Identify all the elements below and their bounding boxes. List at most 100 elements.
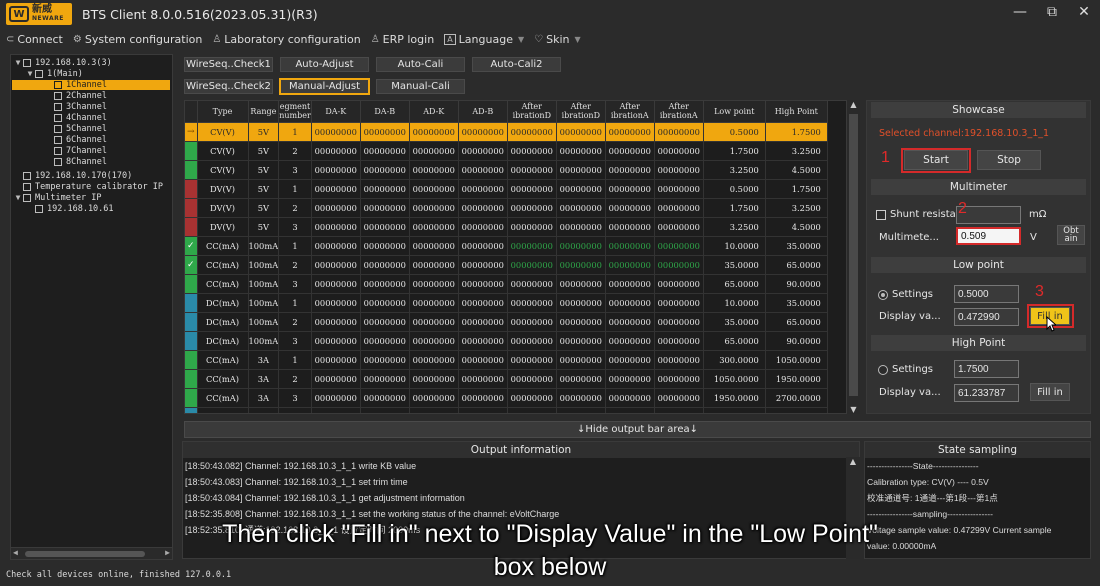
high-settings-input[interactable]: 1.7500: [954, 360, 1019, 378]
table-cell[interactable]: 1: [278, 122, 312, 142]
table-cell[interactable]: 00000000: [360, 255, 410, 275]
table-cell[interactable]: 00000000: [409, 369, 459, 389]
table-cell[interactable]: 00000000: [654, 407, 704, 413]
table-cell[interactable]: 00000000: [458, 350, 508, 370]
table-cell[interactable]: 00000000: [458, 388, 508, 408]
tree-checkbox[interactable]: [23, 194, 31, 202]
table-cell[interactable]: 1: [278, 179, 312, 199]
table-row[interactable]: CV(V) 5V 2 00000000 00000000 00000000 00000000…: [185, 141, 828, 161]
tree-checkbox[interactable]: [35, 70, 43, 78]
table-cell[interactable]: 5V: [248, 198, 280, 218]
multimeter-value-input[interactable]: 0.509: [956, 227, 1021, 245]
table-cell[interactable]: 00000000: [311, 331, 361, 351]
table-cell[interactable]: 00000000: [507, 274, 557, 294]
table-cell[interactable]: 00000000: [605, 236, 655, 256]
tree-checkbox[interactable]: [23, 183, 31, 191]
table-cell[interactable]: 1.7500: [765, 179, 828, 199]
table-cell[interactable]: 00000000: [458, 236, 508, 256]
table-cell[interactable]: 00000000: [507, 141, 557, 161]
table-cell[interactable]: 00000000: [605, 122, 655, 142]
table-cell[interactable]: 5V: [248, 141, 280, 161]
table-cell[interactable]: 3: [278, 160, 312, 180]
table-cell[interactable]: 00000000: [654, 217, 704, 237]
low-settings-input[interactable]: 0.5000: [954, 285, 1019, 303]
table-cell[interactable]: 65.0000: [703, 274, 766, 294]
table-cell[interactable]: 00000000: [458, 179, 508, 199]
table-cell[interactable]: 100mA: [248, 293, 280, 313]
table-cell[interactable]: 0.5000: [703, 122, 766, 142]
table-cell[interactable]: 00000000: [507, 369, 557, 389]
table-cell[interactable]: 00000000: [360, 122, 410, 142]
table-cell[interactable]: 00000000: [654, 369, 704, 389]
table-cell[interactable]: 00000000: [507, 122, 557, 142]
table-cell[interactable]: 00000000: [360, 274, 410, 294]
table-cell[interactable]: 00000000: [458, 312, 508, 332]
table-cell[interactable]: 100mA: [248, 236, 280, 256]
table-cell[interactable]: DV(V): [197, 198, 249, 218]
tree-checkbox[interactable]: [54, 136, 62, 144]
table-cell[interactable]: 00000000: [409, 236, 459, 256]
table-cell[interactable]: 00000000: [507, 198, 557, 218]
table-cell[interactable]: 300.0000: [703, 350, 766, 370]
tree-checkbox[interactable]: [35, 205, 43, 213]
maximize-button[interactable]: ⧉: [1044, 4, 1060, 20]
table-cell[interactable]: 00000000: [360, 312, 410, 332]
table-cell[interactable]: 00000000: [654, 122, 704, 142]
table-cell[interactable]: 35.0000: [703, 255, 766, 275]
tree-node[interactable]: 8Channel: [12, 157, 170, 167]
table-cell[interactable]: 00000000: [409, 312, 459, 332]
menu-skin[interactable]: ♡ Skin ▼: [534, 33, 581, 46]
table-cell[interactable]: 00000000: [311, 350, 361, 370]
table-cell[interactable]: 1.7500: [765, 122, 828, 142]
table-cell[interactable]: 1: [278, 293, 312, 313]
table-cell[interactable]: 00000000: [409, 407, 459, 413]
tree-toggle-icon[interactable]: ▼: [25, 69, 35, 79]
table-cell[interactable]: 00000000: [409, 293, 459, 313]
table-cell[interactable]: 00000000: [556, 388, 606, 408]
table-cell[interactable]: 00000000: [654, 198, 704, 218]
table-cell[interactable]: DC(mA): [197, 293, 249, 313]
tree-checkbox[interactable]: [54, 92, 62, 100]
table-cell[interactable]: 00000000: [311, 141, 361, 161]
table-cell[interactable]: 2700.0000: [765, 388, 828, 408]
tree-node[interactable]: 192.168.10.170(170): [13, 171, 170, 181]
table-cell[interactable]: 10.0000: [703, 293, 766, 313]
table-cell[interactable]: 00000000: [507, 217, 557, 237]
table-row[interactable]: CV(V) 5V 3 00000000 00000000 00000000 00000000…: [185, 160, 828, 180]
table-cell[interactable]: 00000000: [605, 141, 655, 161]
table-cell[interactable]: 00000000: [654, 350, 704, 370]
table-row[interactable]: ✓ CC(mA) 100mA 1 00000000 00000000 00000000 000…: [185, 236, 828, 256]
tree-checkbox[interactable]: [54, 125, 62, 133]
table-vertical-scrollbar[interactable]: ▲ ▼: [846, 100, 860, 414]
table-cell[interactable]: 3: [278, 274, 312, 294]
table-cell[interactable]: 3A: [248, 388, 280, 408]
table-cell[interactable]: 5V: [248, 217, 280, 237]
table-row[interactable]: DV(V) 5V 1 00000000 00000000 00000000 00000000…: [185, 179, 828, 199]
tab-auto-adjust[interactable]: Auto-Adjust: [280, 57, 369, 72]
table-row[interactable]: CC(mA) 100mA 3 00000000 00000000 00000000 0000…: [185, 274, 828, 294]
table-cell[interactable]: 00000000: [556, 331, 606, 351]
menu-system-configuration[interactable]: ⚙ System configuration: [73, 33, 202, 46]
table-cell[interactable]: 2: [278, 312, 312, 332]
table-row[interactable]: CC(mA) 3A 3 00000000 00000000 00000000 0000000…: [185, 388, 828, 408]
table-cell[interactable]: 00000000: [311, 198, 361, 218]
menu-connect[interactable]: ⊂ Connect: [6, 33, 63, 46]
tree-checkbox[interactable]: [23, 172, 31, 180]
table-row[interactable]: CC(mA) 3A 1 00000000 00000000 00000000 0000000…: [185, 350, 828, 370]
table-cell[interactable]: 00000000: [458, 122, 508, 142]
table-cell[interactable]: 00000000: [360, 198, 410, 218]
table-row[interactable]: CC(mA) 3A 2 00000000 00000000 00000000 0000000…: [185, 369, 828, 389]
table-row[interactable]: → CV(V) 5V 1 00000000 00000000 00000000 0000000…: [185, 122, 828, 142]
table-cell[interactable]: 100mA: [248, 274, 280, 294]
high-fill-in-button[interactable]: Fill in: [1030, 383, 1070, 401]
table-cell[interactable]: 00000000: [654, 255, 704, 275]
table-cell[interactable]: 00000000: [409, 388, 459, 408]
table-cell[interactable]: 00000000: [507, 160, 557, 180]
tree-node[interactable]: 4Channel: [12, 113, 170, 123]
table-cell[interactable]: 0.5000: [703, 179, 766, 199]
table-cell[interactable]: 00000000: [556, 198, 606, 218]
table-cell[interactable]: 00000000: [458, 255, 508, 275]
table-cell[interactable]: 00000000: [605, 217, 655, 237]
table-cell[interactable]: 00000000: [556, 141, 606, 161]
start-button[interactable]: Start: [904, 150, 968, 170]
